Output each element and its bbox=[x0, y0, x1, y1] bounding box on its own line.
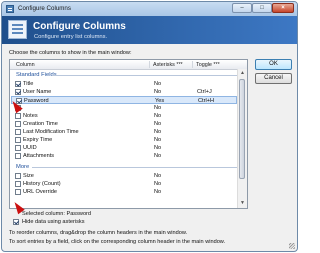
instruction-text: Choose the columns to show in the main w… bbox=[9, 50, 132, 56]
header-title: Configure Columns bbox=[33, 21, 126, 32]
list-item[interactable]: UUID No bbox=[11, 144, 237, 152]
row-asterisks: No bbox=[154, 129, 162, 135]
row-checkbox[interactable] bbox=[15, 137, 21, 143]
row-name: URL Override bbox=[23, 189, 57, 195]
row-asterisks: No bbox=[154, 121, 162, 127]
cancel-button[interactable]: Cancel bbox=[255, 73, 292, 84]
window-title: Configure Columns bbox=[18, 5, 71, 12]
row-asterisks: No bbox=[154, 181, 162, 187]
list-item-selected[interactable]: Password Yes Ctrl+H bbox=[11, 96, 237, 104]
reorder-note: To reorder columns, drag&drop the column… bbox=[9, 230, 188, 236]
scroll-up-icon[interactable]: ▲ bbox=[239, 70, 246, 77]
list-item[interactable]: Title No bbox=[11, 80, 237, 88]
row-asterisks: No bbox=[154, 189, 162, 195]
title-bar[interactable]: Configure Columns – □ × bbox=[2, 2, 297, 17]
app-icon bbox=[6, 5, 14, 13]
column-header-asterisks[interactable]: Asterisks *** bbox=[153, 62, 183, 68]
list-item[interactable]: URL Override No bbox=[11, 188, 237, 196]
hide-data-label: Hide data using asterisks bbox=[22, 219, 85, 225]
list-item[interactable]: No bbox=[11, 104, 237, 112]
ok-button[interactable]: OK bbox=[255, 59, 292, 70]
list-scrollbar[interactable]: ▲ ▼ bbox=[237, 69, 247, 208]
scroll-thumb[interactable] bbox=[239, 79, 245, 179]
column-header-toggle[interactable]: Toggle *** bbox=[196, 62, 220, 68]
row-checkbox[interactable] bbox=[15, 189, 21, 195]
list-item[interactable]: Size No bbox=[11, 172, 237, 180]
scroll-down-icon[interactable]: ▼ bbox=[239, 200, 246, 207]
row-checkbox[interactable] bbox=[15, 145, 21, 151]
row-name: Attachments bbox=[23, 153, 55, 159]
row-name: Last Modification Time bbox=[23, 129, 79, 135]
row-checkbox[interactable] bbox=[15, 181, 21, 187]
row-asterisks: No bbox=[154, 81, 162, 87]
row-name: User Name bbox=[23, 89, 52, 95]
list-item[interactable]: History (Count) No bbox=[11, 180, 237, 188]
sort-note: To sort entries by a field, click on the… bbox=[9, 239, 226, 245]
row-checkbox[interactable] bbox=[15, 173, 21, 179]
close-icon[interactable]: × bbox=[272, 3, 294, 13]
row-name: History (Count) bbox=[23, 181, 61, 187]
resize-grip[interactable] bbox=[289, 243, 295, 249]
row-name: Creation Time bbox=[23, 121, 58, 127]
row-name: Expiry Time bbox=[23, 137, 53, 143]
row-name: UUID bbox=[23, 145, 37, 151]
row-checkbox[interactable] bbox=[15, 121, 21, 127]
minimize-icon[interactable]: – bbox=[232, 3, 252, 13]
row-checkbox[interactable] bbox=[15, 89, 21, 95]
row-name: Notes bbox=[23, 113, 38, 119]
row-asterisks: No bbox=[154, 153, 162, 159]
hide-data-checkbox[interactable] bbox=[13, 219, 19, 225]
columns-icon bbox=[8, 20, 27, 39]
group-more: More bbox=[16, 164, 30, 170]
list-header: Column Asterisks *** Toggle *** bbox=[10, 60, 247, 70]
row-asterisks: No bbox=[154, 173, 162, 179]
header-subtitle: Configure entry list columns. bbox=[34, 34, 108, 40]
column-header-column[interactable]: Column bbox=[16, 62, 35, 68]
group-standard-fields: Standard Fields bbox=[16, 72, 57, 78]
maximize-icon[interactable]: □ bbox=[252, 3, 272, 13]
row-asterisks: No bbox=[154, 89, 162, 95]
configure-columns-window: Configure Columns – □ × Configure Column… bbox=[1, 1, 298, 252]
row-checkbox[interactable] bbox=[15, 113, 21, 119]
list-item[interactable]: Attachments No bbox=[11, 152, 237, 160]
header-banner: Configure Columns Configure entry list c… bbox=[2, 16, 297, 44]
columns-list[interactable]: Column Asterisks *** Toggle *** Standard… bbox=[9, 59, 248, 209]
row-checkbox[interactable] bbox=[15, 129, 21, 135]
list-item[interactable]: Last Modification Time No bbox=[11, 128, 237, 136]
row-checkbox[interactable] bbox=[15, 81, 21, 87]
row-checkbox[interactable] bbox=[15, 153, 21, 159]
row-toggle: Ctrl+J bbox=[197, 89, 212, 95]
selected-column-label: Selected column: Password bbox=[22, 211, 92, 217]
row-name: Title bbox=[23, 81, 34, 87]
list-item[interactable]: Expiry Time No bbox=[11, 136, 237, 144]
row-asterisks: No bbox=[154, 145, 162, 151]
row-asterisks: No bbox=[154, 137, 162, 143]
list-item[interactable]: User Name No Ctrl+J bbox=[11, 88, 237, 96]
list-item[interactable]: Creation Time No bbox=[11, 120, 237, 128]
row-asterisks: No bbox=[154, 105, 162, 111]
list-item[interactable]: Notes No bbox=[11, 112, 237, 120]
row-name: Size bbox=[23, 173, 34, 179]
row-asterisks: No bbox=[154, 113, 162, 119]
